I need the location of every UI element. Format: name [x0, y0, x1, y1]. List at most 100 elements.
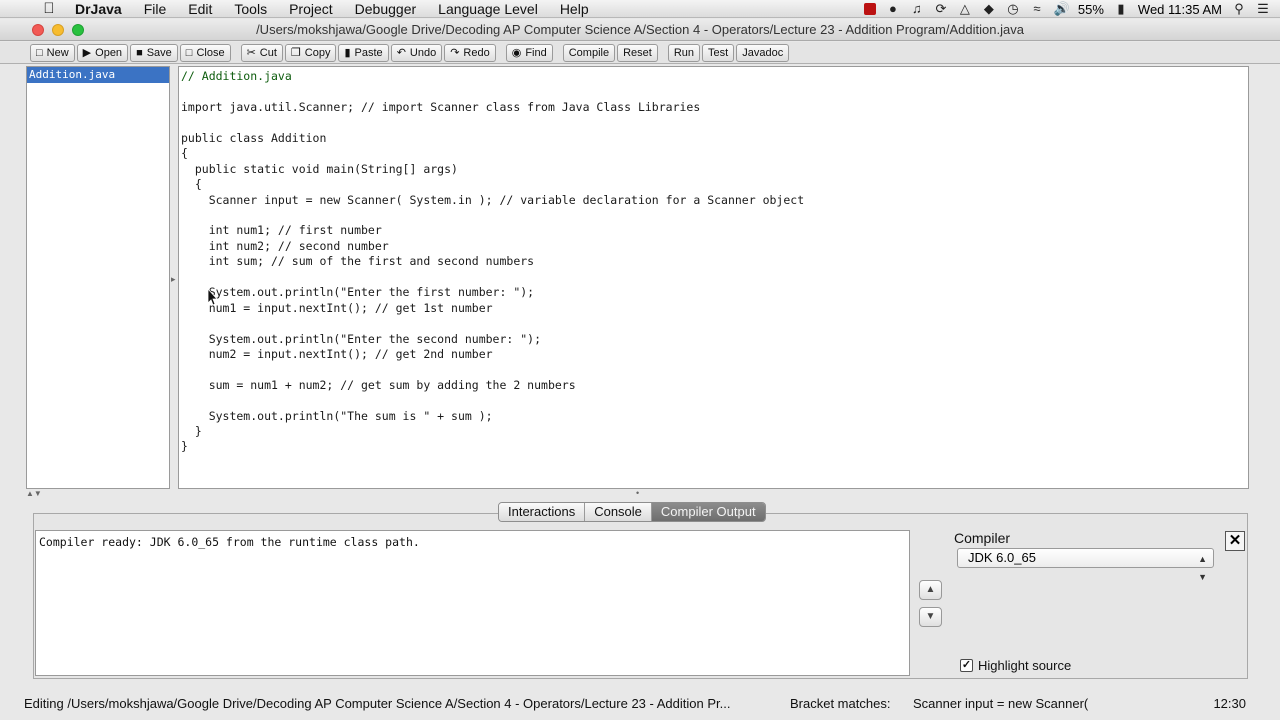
compiler-select[interactable]: JDK 6.0_65 ▲ ▼ [957, 548, 1214, 582]
new-file-icon: □ [36, 46, 43, 59]
compiler-label: Compiler [954, 530, 1011, 546]
status-editing-path: Editing /Users/mokshjawa/Google Drive/De… [24, 696, 731, 711]
toolbar: □ New ▶ Open ■ Save □ Close ✂ Cut ❐ Copy ▮ Past… [0, 42, 1280, 64]
sync-icon[interactable]: ⟳ [934, 2, 948, 16]
apple-icon[interactable]:  [34, 0, 64, 17]
menu-file[interactable]: File [133, 1, 178, 17]
bottom-tabs: Interactions Console Compiler Output [498, 502, 766, 522]
code-line: { [181, 177, 202, 191]
copy-button-label: Copy [304, 46, 331, 59]
reset-button[interactable]: Reset [617, 43, 658, 62]
notification-center-icon[interactable]: ☰ [1256, 2, 1270, 16]
compile-button[interactable]: Compile [562, 43, 616, 62]
scissors-icon: ✂ [246, 47, 256, 59]
code-line: System.out.println("Enter the second num… [181, 332, 542, 346]
status-cursor-position: 12:30 [1213, 696, 1246, 711]
save-icon: ■ [136, 46, 143, 59]
undo-button-label: Undo [409, 46, 437, 59]
menu-project[interactable]: Project [278, 1, 344, 17]
code-line: sum = num1 + num2; // get sum by adding … [181, 378, 576, 392]
code-line: System.out.println("Enter the first numb… [181, 285, 535, 299]
new-button[interactable]: □ New [30, 43, 75, 62]
save-button[interactable]: ■ Save [130, 43, 178, 62]
test-button[interactable]: Test [702, 43, 735, 62]
mouse-pointer-icon [207, 288, 217, 306]
window-title: /Users/mokshjawa/Google Drive/Decoding A… [256, 22, 1024, 37]
code-line: int num1; // first number [181, 223, 382, 237]
menu-debugger[interactable]: Debugger [344, 1, 428, 17]
close-button[interactable]: □ Close [179, 43, 231, 62]
menubar-clock[interactable]: Wed 11:35 AM [1138, 2, 1222, 17]
code-line: } [181, 424, 202, 438]
document-list: Addition.java [26, 66, 170, 489]
cut-button[interactable]: ✂ Cut [240, 43, 283, 62]
next-error-button[interactable]: ▼ [919, 607, 942, 627]
save-button-label: Save [146, 46, 172, 59]
status-bracket-match: Scanner input = new Scanner( [913, 696, 1089, 711]
select-arrows-icon: ▲ ▼ [1198, 554, 1207, 582]
code-editor[interactable]: // Addition.java import java.util.Scanne… [178, 66, 1249, 489]
menu-app-name[interactable]: DrJava [64, 1, 133, 17]
tab-console[interactable]: Console [585, 503, 652, 521]
paste-button[interactable]: ▮ Paste [338, 43, 389, 62]
system-menu-bar:  DrJava File Edit Tools Project Debugge… [0, 0, 1280, 18]
open-button-label: Open [95, 46, 123, 59]
highlight-source-label: Highlight source [978, 658, 1072, 673]
tab-interactions[interactable]: Interactions [499, 503, 586, 521]
code-line: public class Addition [181, 131, 327, 145]
copy-button[interactable]: ❐ Copy [284, 43, 337, 62]
paste-icon: ▮ [344, 47, 351, 59]
code-line: // Addition.java [181, 69, 292, 83]
split-handle-icon[interactable]: • [636, 488, 639, 498]
redo-button[interactable]: ↷ Redo [444, 43, 496, 62]
find-button-label: Find [525, 46, 547, 59]
tab-compiler-output[interactable]: Compiler Output [651, 503, 765, 521]
find-button[interactable]: ◉ Find [505, 43, 553, 62]
redo-icon: ↷ [450, 47, 460, 59]
spotlight-search-icon[interactable]: ⚲ [1232, 2, 1246, 16]
compiler-select-value: JDK 6.0_65 [968, 550, 1036, 565]
code-line: System.out.println("The sum is " + sum )… [181, 409, 493, 423]
file-item-addition-java[interactable]: Addition.java [27, 67, 169, 83]
wifi-icon[interactable]: ≈ [1030, 2, 1044, 16]
menu-edit[interactable]: Edit [177, 1, 223, 17]
recording-icon[interactable] [863, 3, 876, 15]
close-button-label: Close [196, 46, 225, 59]
run-button[interactable]: Run [667, 43, 701, 62]
code-line: num2 = input.nextInt(); // get 2nd numbe… [181, 347, 493, 361]
undo-button[interactable]: ↶ Undo [390, 43, 443, 62]
arrow-up-icon: ▲ [925, 584, 936, 595]
code-line: Scanner input = new Scanner( System.in )… [181, 193, 805, 207]
battery-percent: 55% [1077, 1, 1104, 17]
notification-bell-icon[interactable]: ♫ [910, 2, 924, 16]
time-machine-icon[interactable]: ◷ [1006, 2, 1020, 16]
close-panel-button[interactable]: ✕ [1225, 531, 1245, 551]
code-line: import java.util.Scanner; // import Scan… [181, 100, 701, 114]
status-bracket-label: Bracket matches: [790, 696, 891, 711]
close-file-icon: □ [185, 46, 193, 59]
arrow-down-icon: ▼ [925, 611, 936, 622]
menu-tools[interactable]: Tools [223, 1, 278, 17]
menu-language-level[interactable]: Language Level [427, 1, 549, 17]
battery-icon[interactable]: ▮ [1114, 2, 1128, 16]
previous-error-button[interactable]: ▲ [919, 580, 942, 600]
window-title-bar: /Users/mokshjawa/Google Drive/Decoding A… [0, 19, 1280, 41]
highlight-source-checkbox[interactable]: ✓ Highlight source [960, 658, 1071, 673]
javadoc-button[interactable]: Javadoc [736, 43, 790, 62]
volume-icon[interactable]: 🔊 [1054, 2, 1070, 16]
status-bar: Editing /Users/mokshjawa/Google Drive/De… [24, 693, 1252, 715]
dropbox-icon[interactable]: ◆ [982, 2, 996, 16]
code-line: int sum; // sum of the first and second … [181, 254, 535, 268]
menu-help[interactable]: Help [549, 1, 600, 17]
status-menus: ● ♫ ⟳ △ ◆ ◷ ≈ 🔊 55% ▮ Wed 11:35 AM ⚲ ☰ [863, 0, 1270, 18]
split-arrows-icon[interactable]: ▲▼ [26, 489, 42, 498]
open-button[interactable]: ▶ Open [76, 43, 129, 62]
open-folder-icon: ▶ [82, 47, 92, 59]
google-drive-icon[interactable]: △ [958, 2, 972, 16]
evernote-icon[interactable]: ● [886, 2, 900, 16]
checkmark-icon[interactable]: ✓ [960, 659, 973, 672]
code-line: int num2; // second number [181, 239, 389, 253]
paste-button-label: Paste [354, 46, 383, 59]
code-line: { [181, 146, 188, 160]
compiler-output-text[interactable]: Compiler ready: JDK 6.0_65 from the runt… [35, 530, 910, 676]
